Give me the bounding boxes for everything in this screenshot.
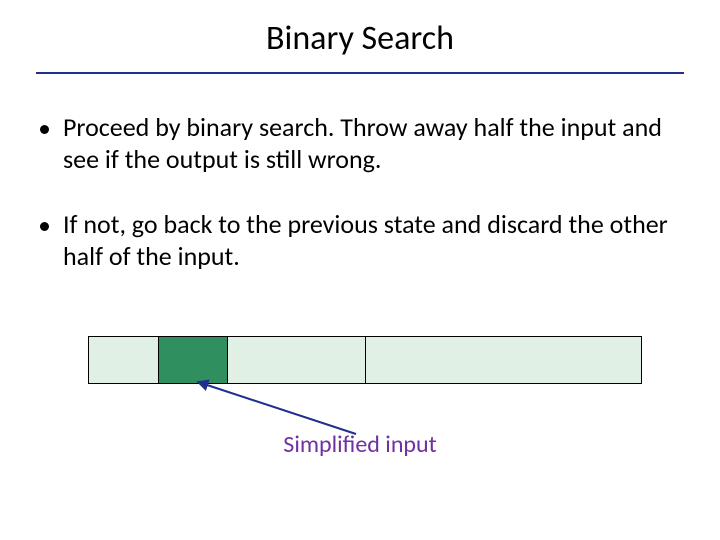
body-text: Proceed by binary search. Throw away hal… <box>40 112 680 307</box>
highlight-segment <box>158 337 227 383</box>
bullet-dot-icon <box>40 125 49 134</box>
input-bar <box>88 336 642 384</box>
bullet-item: If not, go back to the previous state an… <box>40 209 680 272</box>
slide-title: Binary Search <box>0 18 720 59</box>
bullet-text: Proceed by binary search. Throw away hal… <box>63 112 680 175</box>
segment-divider <box>158 337 159 383</box>
slide: Binary Search Proceed by binary search. … <box>0 0 720 540</box>
diagram-caption: Simplified input <box>0 430 720 459</box>
bullet-item: Proceed by binary search. Throw away hal… <box>40 112 680 175</box>
segment-divider <box>365 337 366 383</box>
segment-divider <box>227 337 228 383</box>
input-bar-diagram <box>88 336 642 384</box>
bullet-dot-icon <box>40 222 49 231</box>
title-underline <box>36 72 684 74</box>
bullet-text: If not, go back to the previous state an… <box>63 209 680 272</box>
